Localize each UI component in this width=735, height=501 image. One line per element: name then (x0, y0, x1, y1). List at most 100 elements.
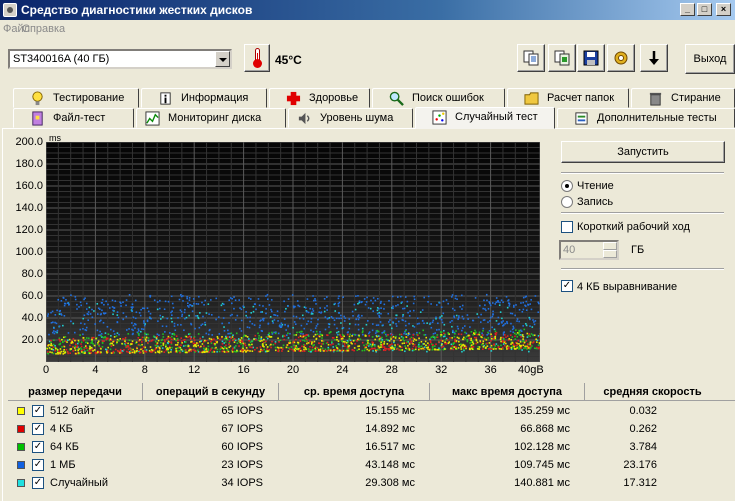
data-point (438, 347, 440, 350)
menu-help[interactable]: Справка (22, 23, 65, 35)
data-point (516, 318, 519, 320)
data-point (440, 334, 443, 336)
save-button[interactable] (577, 44, 605, 72)
data-point (142, 328, 145, 331)
data-point (369, 307, 372, 310)
row-checkbox[interactable]: ✓ (32, 459, 44, 471)
start-button[interactable]: Запустить (561, 141, 725, 163)
data-point (303, 348, 305, 351)
data-point (513, 332, 516, 335)
tab-random-test[interactable]: Случайный тест (415, 107, 555, 129)
minimize-button[interactable]: _ (680, 3, 695, 16)
chevron-down-icon[interactable] (215, 51, 230, 67)
data-point (60, 300, 63, 302)
data-point (462, 347, 465, 349)
data-point (502, 320, 504, 322)
download-button[interactable] (640, 44, 668, 72)
write-radio-label: Запись (577, 196, 614, 208)
data-point (449, 321, 452, 324)
maximize-button[interactable]: □ (697, 3, 712, 16)
data-point (465, 335, 468, 338)
copy-alt-button[interactable] (548, 44, 576, 72)
data-point (430, 303, 432, 305)
close-button[interactable]: × (716, 3, 731, 16)
data-point (152, 335, 155, 338)
data-point (515, 304, 517, 306)
data-point (318, 311, 321, 314)
data-point (138, 312, 141, 314)
data-point (243, 349, 246, 352)
row-checkbox[interactable]: ✓ (32, 405, 44, 417)
data-point (245, 351, 247, 353)
tab-health[interactable]: Здоровье (269, 88, 370, 108)
data-point (440, 343, 443, 346)
tab-additional-tests[interactable]: Дополнительные тесты (557, 108, 735, 128)
data-point (426, 322, 428, 324)
data-point (493, 344, 495, 346)
data-point (173, 325, 176, 327)
data-point (458, 337, 460, 340)
data-point (442, 300, 445, 303)
data-point (440, 331, 443, 333)
data-point (435, 336, 437, 339)
data-point (310, 321, 312, 323)
data-point (443, 332, 445, 335)
tab-file-test[interactable]: Файл-тест (13, 108, 134, 128)
data-point (60, 314, 63, 316)
copy-button[interactable] (517, 44, 545, 72)
data-point (303, 350, 306, 352)
tab-label: Дополнительные тесты (597, 112, 717, 124)
tab-noise-level[interactable]: Уровень шума (288, 108, 413, 128)
row-checkbox[interactable]: ✓ (32, 423, 44, 435)
tab-label: Случайный тест (455, 111, 538, 123)
data-point (249, 316, 252, 319)
drive-select[interactable]: ST340016A (40 ГБ) (8, 49, 232, 69)
header-max-access: макс время доступа (430, 383, 585, 401)
data-point (185, 349, 187, 351)
data-point (417, 348, 420, 351)
data-point (127, 348, 130, 351)
write-radio[interactable] (561, 196, 573, 208)
align-4k-label: 4 КБ выравнивание (577, 281, 678, 293)
data-point (85, 329, 88, 332)
data-point (76, 346, 78, 349)
data-point (363, 298, 366, 300)
tab-testing[interactable]: Тестирование (13, 88, 139, 108)
read-radio[interactable] (561, 180, 573, 192)
data-point (482, 329, 484, 332)
data-point (385, 348, 388, 350)
data-point (83, 348, 85, 351)
temperature-button[interactable] (244, 44, 270, 72)
data-point (180, 337, 183, 339)
data-point (514, 314, 516, 317)
data-point (490, 344, 493, 347)
data-point (412, 309, 415, 312)
data-point (143, 307, 146, 310)
align-4k-checkbox[interactable]: ✓ (561, 280, 573, 292)
data-point (381, 336, 383, 339)
data-point (423, 334, 426, 336)
data-point (235, 345, 237, 347)
settings-button[interactable] (607, 44, 635, 72)
short-stroke-spinner[interactable]: 40 (559, 240, 619, 260)
exit-button[interactable]: Выход (685, 44, 735, 74)
tab-folder-calc[interactable]: Расчет папок (507, 88, 629, 108)
data-point (130, 343, 132, 345)
data-point (383, 303, 386, 306)
data-point (170, 338, 173, 341)
tab-disk-monitoring[interactable]: Мониторинг диска (136, 108, 286, 128)
tab-information[interactable]: Информация (141, 88, 267, 108)
data-point (435, 304, 438, 306)
row-checkbox[interactable]: ✓ (32, 441, 44, 453)
tab-label: Мониторинг диска (168, 112, 262, 124)
row-checkbox[interactable]: ✓ (32, 477, 44, 489)
data-point (461, 327, 464, 329)
data-point (62, 341, 64, 344)
data-point (164, 340, 166, 343)
data-point (309, 350, 312, 353)
tab-erase[interactable]: Стирание (631, 88, 735, 108)
data-point (171, 302, 174, 305)
spinner-arrows[interactable] (603, 242, 617, 258)
short-stroke-checkbox[interactable] (561, 221, 573, 233)
tab-error-scan[interactable]: Поиск ошибок (372, 88, 505, 108)
